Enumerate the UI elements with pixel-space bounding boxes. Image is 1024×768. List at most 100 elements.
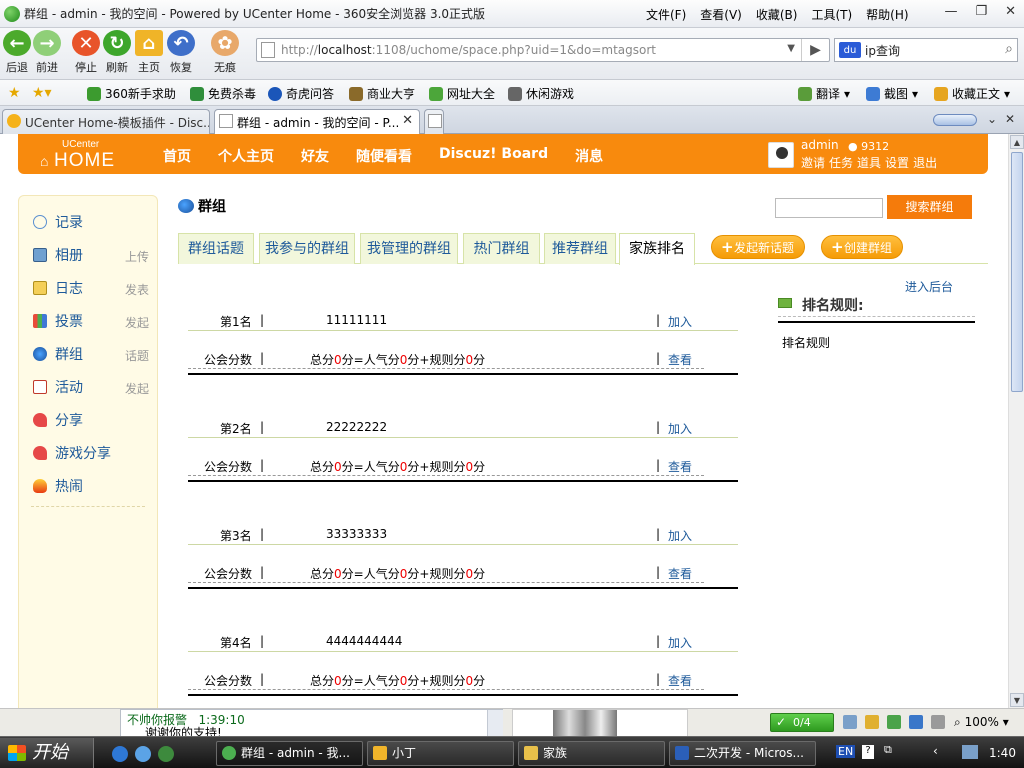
menu-favorites[interactable]: 收藏(B) <box>756 6 798 23</box>
group-search-input[interactable] <box>775 198 883 218</box>
avatar[interactable] <box>768 142 794 168</box>
sidebar-item-hot[interactable]: 热闹 <box>33 476 149 496</box>
link-invite[interactable]: 邀请 <box>801 154 825 171</box>
save-text-button[interactable]: 收藏正文 ▾ <box>934 85 1010 102</box>
tab-family-ranking[interactable]: 家族排名 <box>619 233 695 265</box>
search-box[interactable]: du ip查询 ⌕ <box>834 38 1018 62</box>
sidebar-item-records[interactable]: 记录 <box>33 212 149 232</box>
sidebar-item-groups[interactable]: 群组 话题 <box>33 344 149 364</box>
join-button[interactable]: 加入 <box>668 420 692 437</box>
nav-friends[interactable]: 好友 <box>301 146 329 166</box>
nav-personal[interactable]: 个人主页 <box>218 146 274 166</box>
sidebar-item-blog[interactable]: 日志 发表 <box>33 278 149 298</box>
group-name[interactable]: 33333333 <box>326 527 387 541</box>
menu-help[interactable]: 帮助(H) <box>866 6 908 23</box>
menu-view[interactable]: 查看(V) <box>700 6 742 23</box>
sidebar-sub-post[interactable]: 发表 <box>125 281 149 298</box>
tab-list-chevron-icon[interactable]: ⌄ <box>987 112 997 126</box>
view-button[interactable]: 查看 <box>668 458 692 475</box>
browser-tab[interactable]: UCenter Home-模板插件 - Disc... <box>2 109 210 134</box>
sidebar-item-events[interactable]: 活动 发起 <box>33 377 149 397</box>
nav-browse[interactable]: 随便看看 <box>356 146 412 166</box>
close-icon[interactable]: ✕ <box>1005 4 1016 19</box>
back-button[interactable]: ← 后退 <box>0 30 34 75</box>
translate-button[interactable]: 翻译 ▾ <box>798 85 850 102</box>
chat-scrollbar[interactable] <box>487 710 503 736</box>
start-button[interactable]: 开始 <box>0 738 94 768</box>
tab-group-topics[interactable]: 群组话题 <box>178 233 254 264</box>
sidebar-item-game-share[interactable]: 游戏分享 <box>33 443 149 463</box>
address-bar[interactable]: http://localhost:1108/uchome/space.php?u… <box>256 38 830 62</box>
speaker-icon[interactable] <box>931 715 945 729</box>
chevron-left-icon[interactable]: ‹ <box>933 744 938 758</box>
menu-tools[interactable]: 工具(T) <box>811 6 852 23</box>
fav-item[interactable]: 网址大全 <box>429 85 495 102</box>
enter-admin-link[interactable]: 进入后台 <box>905 278 953 295</box>
fav-item[interactable]: 免费杀毒 <box>190 85 256 102</box>
restore-button[interactable]: ↶ 恢复 <box>164 30 198 75</box>
join-button[interactable]: 加入 <box>668 527 692 544</box>
username[interactable]: admin <box>801 138 839 152</box>
sidebar-sub-start-poll[interactable]: 发起 <box>125 314 149 331</box>
link-settings[interactable]: 设置 <box>885 154 909 171</box>
join-button[interactable]: 加入 <box>668 634 692 651</box>
scroll-up-icon[interactable]: ▲ <box>1010 135 1024 149</box>
add-favorite-icon[interactable]: ★▾ <box>32 85 52 101</box>
home-button[interactable]: ⌂ 主页 <box>132 30 166 75</box>
fav-item[interactable]: 奇虎问答 <box>268 85 334 102</box>
search-groups-button[interactable]: 搜索群组 <box>887 195 972 219</box>
nav-messages[interactable]: 消息 <box>575 146 603 166</box>
sidebar-sub-upload[interactable]: 上传 <box>125 248 149 265</box>
view-button[interactable]: 查看 <box>668 565 692 582</box>
tab-recommended-groups[interactable]: 推荐群组 <box>544 233 616 264</box>
sidebar-sub-topic[interactable]: 话题 <box>125 347 149 364</box>
scroll-down-icon[interactable]: ▼ <box>1010 693 1024 707</box>
incognito-button[interactable]: ✿ 无痕 <box>208 30 242 75</box>
sidebar-sub-start-event[interactable]: 发起 <box>125 380 149 397</box>
quicklaunch-icon[interactable] <box>158 746 174 762</box>
forward-button[interactable]: → 前进 <box>30 30 64 75</box>
view-button[interactable]: 查看 <box>668 672 692 689</box>
language-indicator[interactable]: EN <box>836 745 856 758</box>
group-name[interactable]: 4444444444 <box>326 634 402 648</box>
close-tabs-icon[interactable]: ✕ <box>1005 112 1015 126</box>
taskbar-item-folder[interactable]: 家族 <box>518 741 665 766</box>
shield-icon[interactable] <box>865 715 879 729</box>
network-icon[interactable] <box>887 715 901 729</box>
search-icon[interactable]: ⌕ <box>1005 41 1013 57</box>
taskbar-item-browser[interactable]: 群组 - admin - 我... <box>216 741 363 766</box>
link-props[interactable]: 道具 <box>857 154 881 171</box>
group-name[interactable]: 22222222 <box>326 420 387 434</box>
restore-icon[interactable]: ❐ <box>975 4 987 19</box>
taskbar-item-chat[interactable]: 小丁 <box>367 741 514 766</box>
tab-slider[interactable] <box>933 114 977 126</box>
fav-item[interactable]: 商业大亨 <box>349 85 415 102</box>
sidebar-item-poll[interactable]: 投票 发起 <box>33 311 149 331</box>
new-tab-button[interactable] <box>424 109 444 134</box>
stop-button[interactable]: ✕ 停止 <box>69 30 103 75</box>
page-scrollbar[interactable]: ▲ ▼ <box>1008 134 1024 708</box>
desktop-icon[interactable] <box>135 746 151 762</box>
new-topic-button[interactable]: 发起新话题 <box>711 235 805 259</box>
fav-item[interactable]: 360新手求助 <box>87 85 176 102</box>
network-icon[interactable] <box>962 745 978 759</box>
go-icon[interactable]: ▶ <box>801 39 829 61</box>
link-tasks[interactable]: 任务 <box>829 154 853 171</box>
nav-discuz[interactable]: Discuz! Board <box>439 146 548 166</box>
search-engine-icon[interactable]: du <box>839 42 861 58</box>
view-button[interactable]: 查看 <box>668 351 692 368</box>
screenshot-button[interactable]: 截图 ▾ <box>866 85 918 102</box>
create-group-button[interactable]: 创建群组 <box>821 235 903 259</box>
refresh-button[interactable]: ↻ 刷新 <box>100 30 134 75</box>
taskbar-item-word[interactable]: 二次开发 - Micros... <box>669 741 816 766</box>
menu-file[interactable]: 文件(F) <box>646 6 686 23</box>
window-icon[interactable]: ⧉ <box>884 743 892 757</box>
chat-popup[interactable]: 不帅你报警 1:39:10 谢谢你的支持! <box>120 709 503 740</box>
monitor-icon[interactable] <box>909 715 923 729</box>
browser-tab-active[interactable]: 群组 - admin - 我的空间 - P... ✕ <box>214 109 420 134</box>
sidebar-item-share[interactable]: 分享 <box>33 410 149 430</box>
link-logout[interactable]: 退出 <box>913 154 937 171</box>
download-icon[interactable] <box>843 715 857 729</box>
sidebar-item-album[interactable]: 相册 上传 <box>33 245 149 265</box>
minimize-icon[interactable]: — <box>944 4 957 19</box>
